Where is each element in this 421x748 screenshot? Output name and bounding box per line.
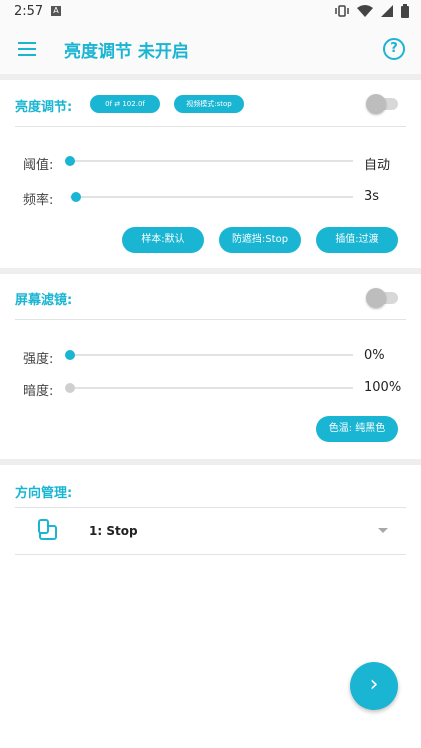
darkness-slider-thumb[interactable] — [65, 383, 75, 393]
threshold-value: 自动 — [364, 158, 391, 173]
wifi-icon — [357, 5, 373, 17]
chevron-right-icon: › — [369, 672, 379, 697]
next-fab-button[interactable]: › — [350, 662, 398, 710]
threshold-label: 阈值: — [23, 158, 54, 173]
status-time: 2:57 — [14, 4, 44, 19]
threshold-slider-thumb[interactable] — [65, 156, 75, 166]
notification-a-icon: A — [51, 6, 61, 16]
vibrate-icon — [335, 5, 349, 17]
section-divider — [0, 74, 421, 80]
intensity-value: 0% — [364, 348, 385, 363]
brightness-section-title: 亮度调节: — [15, 100, 73, 115]
video-mode-badge[interactable]: 视频模式:stop — [174, 95, 244, 113]
status-bar: 2:57 A — [0, 0, 421, 24]
darkness-value: 100% — [364, 380, 402, 395]
anti-block-button[interactable]: 防遮挡:Stop — [219, 227, 301, 253]
orientation-select[interactable]: 1: Stop — [89, 524, 138, 538]
dropdown-arrow-icon[interactable] — [378, 528, 388, 533]
intensity-label: 强度: — [23, 352, 54, 367]
intensity-slider-thumb[interactable] — [65, 350, 75, 360]
battery-icon — [401, 4, 409, 18]
app-bar: 亮度调节 未开启 ? — [0, 24, 421, 74]
orientation-section-title: 方向管理: — [15, 486, 73, 501]
frequency-value: 3s — [364, 189, 380, 204]
frequency-slider[interactable] — [70, 196, 353, 198]
interpolation-button[interactable]: 插值:过渡 — [316, 227, 398, 253]
filter-section-title: 屏幕滤镜: — [15, 293, 73, 308]
divider-line — [15, 319, 406, 320]
darkness-slider[interactable] — [70, 387, 353, 389]
menu-icon[interactable] — [18, 42, 36, 56]
section-divider — [0, 459, 421, 465]
threshold-slider[interactable] — [70, 160, 353, 162]
divider-line — [15, 507, 406, 508]
status-icons — [335, 4, 409, 18]
page-title: 亮度调节 未开启 — [64, 42, 189, 62]
intensity-slider[interactable] — [70, 354, 353, 356]
brightness-toggle[interactable] — [366, 94, 398, 114]
color-temperature-button[interactable]: 色温: 纯黑色 — [316, 416, 398, 442]
range-badge[interactable]: 0f ⇄ 102.0f — [90, 95, 160, 113]
divider-line — [15, 554, 406, 555]
signal-icon — [381, 5, 393, 17]
section-divider — [0, 268, 421, 274]
sample-button[interactable]: 样本:默认 — [122, 227, 204, 253]
divider-line — [15, 126, 406, 127]
frequency-slider-thumb[interactable] — [71, 192, 81, 202]
help-icon[interactable]: ? — [383, 38, 405, 60]
filter-toggle[interactable] — [366, 288, 398, 308]
darkness-label: 暗度: — [23, 384, 54, 399]
frequency-label: 频率: — [23, 193, 54, 208]
screen-rotation-icon — [38, 519, 57, 540]
